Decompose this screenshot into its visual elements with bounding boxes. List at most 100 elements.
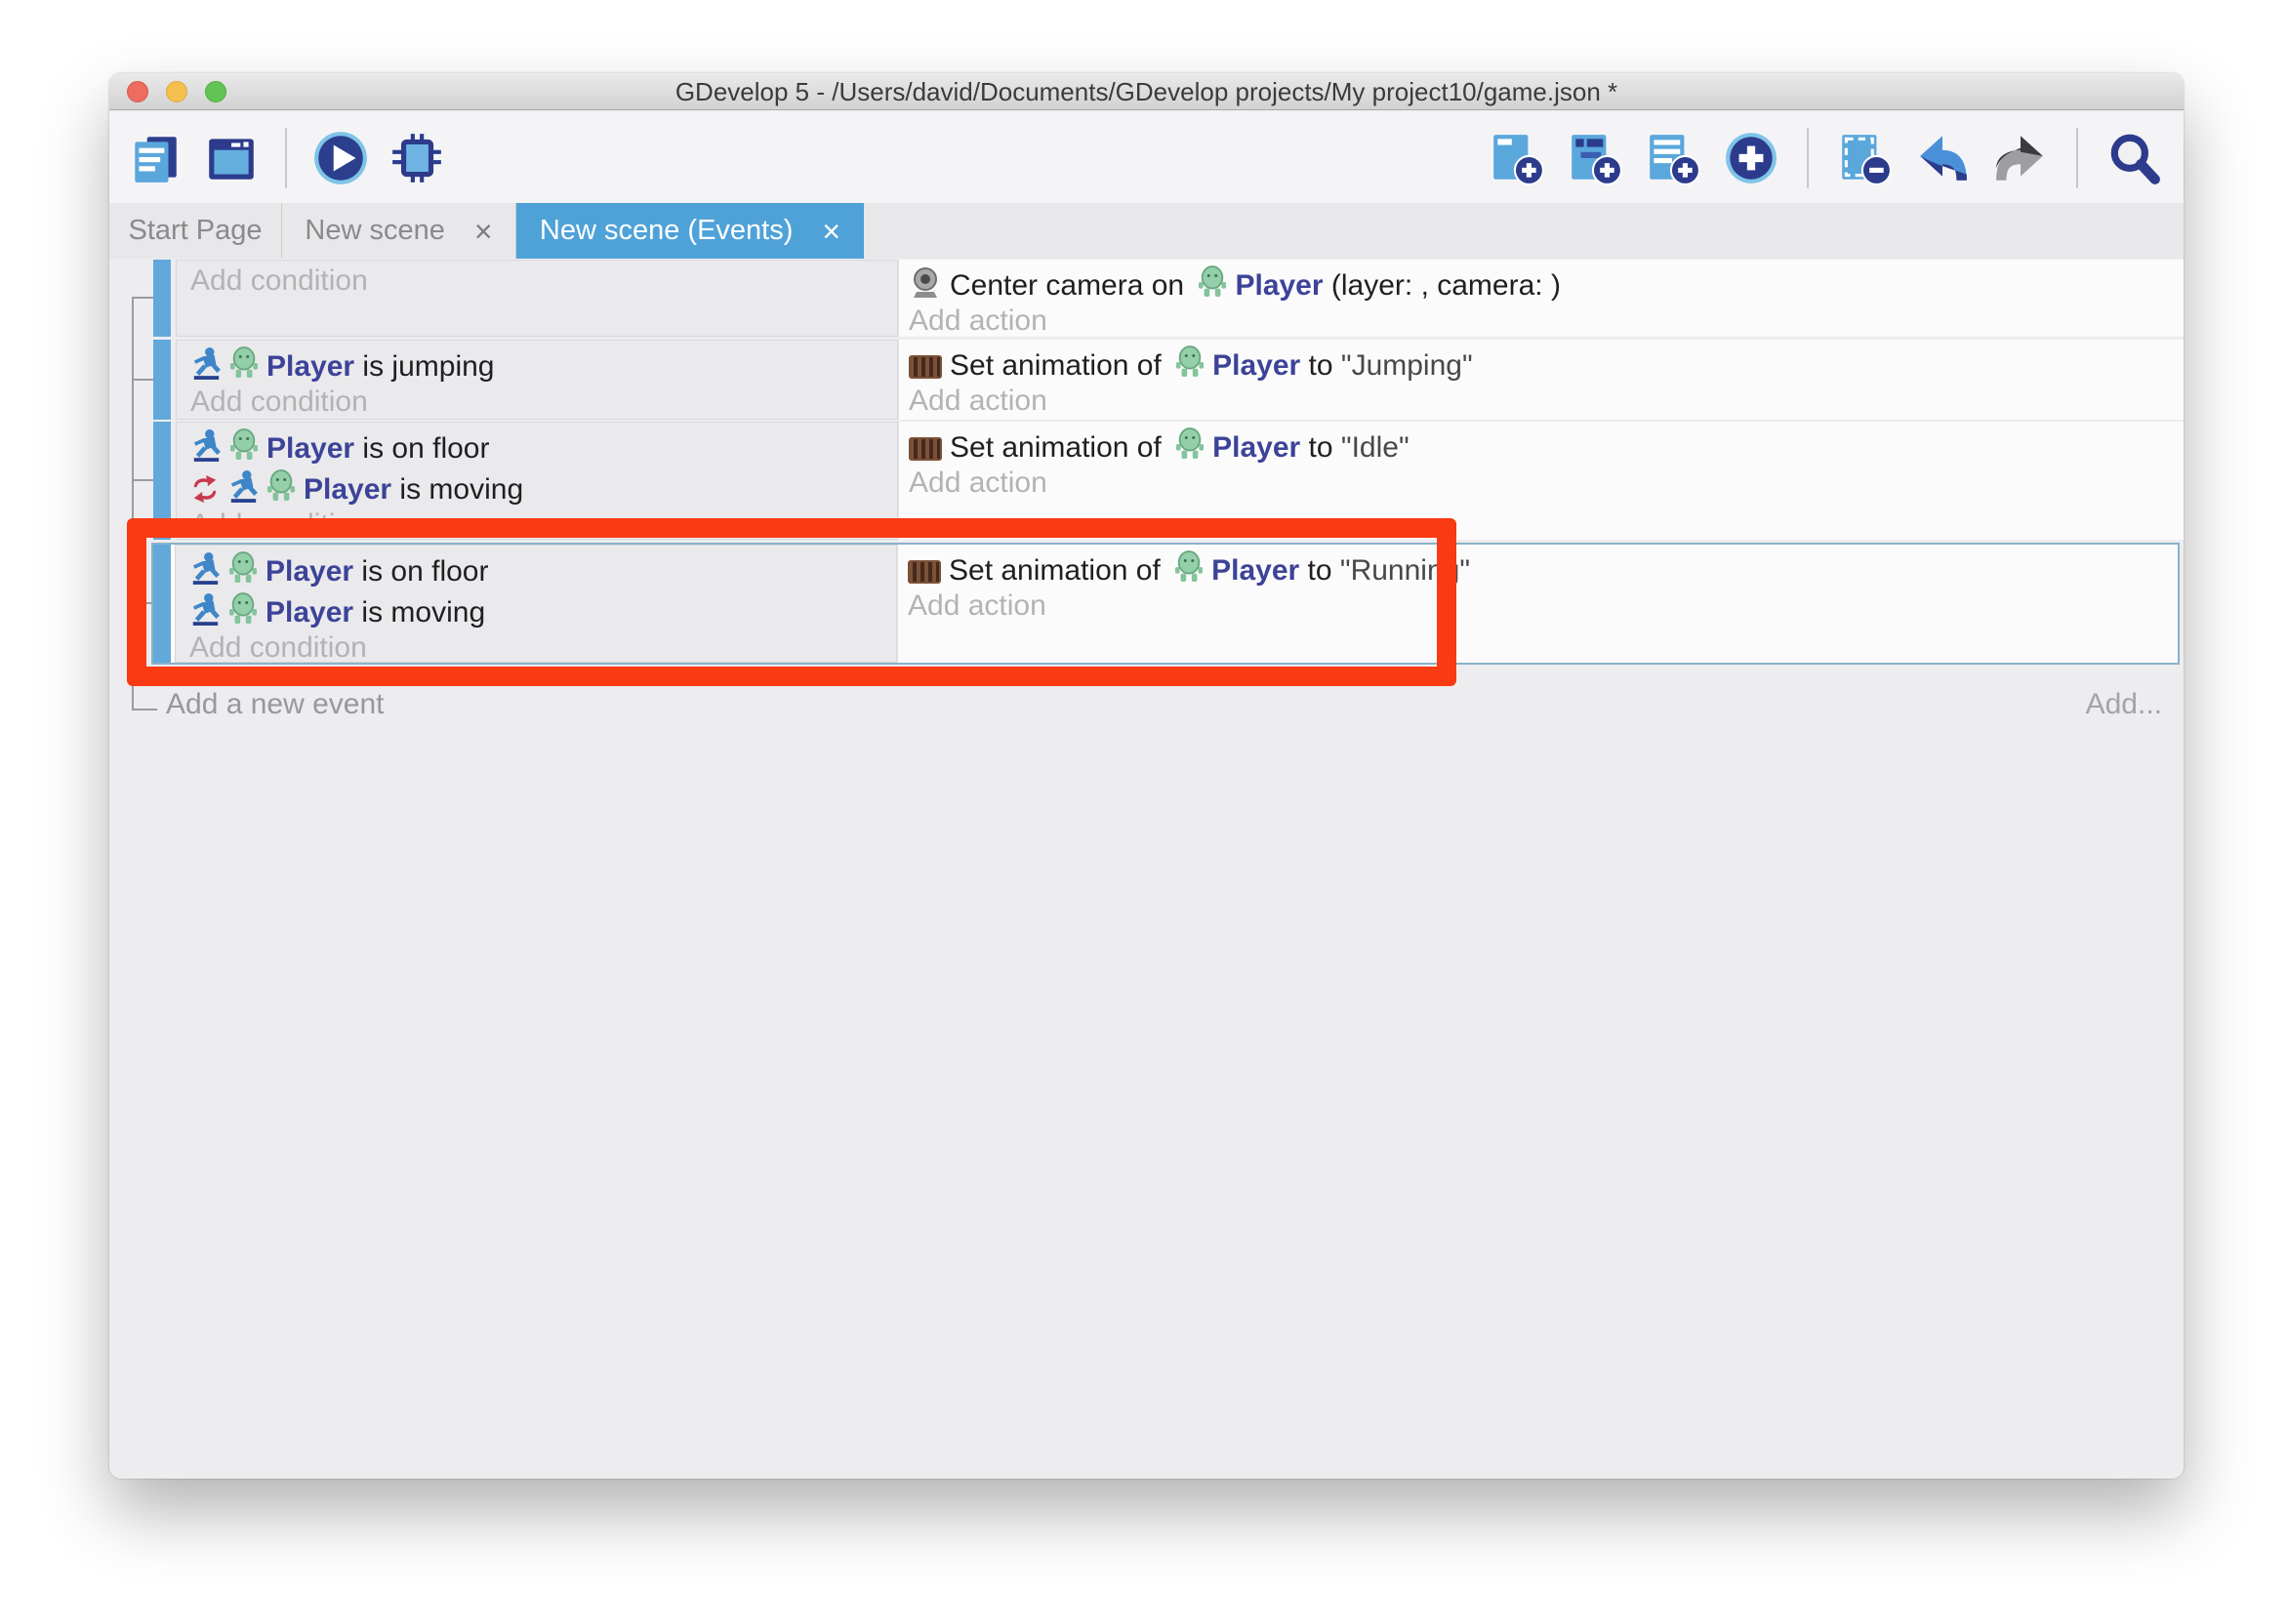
player-object-icon bbox=[1175, 426, 1205, 462]
actions-cell[interactable]: Set animation of Player to "Jumping" Add… bbox=[898, 340, 2184, 420]
object-name: Player bbox=[304, 473, 391, 506]
action-text: Set animation of bbox=[950, 349, 1162, 382]
event-handle[interactable] bbox=[153, 545, 171, 663]
toolbar-divider bbox=[1807, 128, 1809, 188]
action-line[interactable]: Center camera on Player (layer: , camera… bbox=[909, 264, 2184, 305]
animation-icon bbox=[909, 354, 942, 380]
add-event-icon bbox=[1489, 130, 1545, 186]
add-action-button[interactable]: Add action bbox=[909, 467, 2184, 499]
window-title: GDevelop 5 - /Users/david/Documents/GDev… bbox=[109, 73, 2184, 110]
actions-cell[interactable]: Center camera on Player (layer: , camera… bbox=[898, 260, 2184, 337]
object-name: Player bbox=[266, 596, 353, 629]
minimize-window-button[interactable] bbox=[166, 81, 187, 102]
tab-new-scene-events[interactable]: New scene (Events) × bbox=[516, 203, 864, 259]
project-manager-button[interactable] bbox=[127, 129, 184, 187]
search-icon bbox=[2105, 129, 2162, 187]
add-circle-button[interactable] bbox=[1723, 129, 1779, 187]
player-object-icon bbox=[1198, 264, 1227, 300]
animation-icon bbox=[908, 559, 941, 585]
redo-button[interactable] bbox=[1992, 129, 2049, 187]
condition-text: is on floor bbox=[354, 432, 489, 465]
close-tab-icon[interactable]: × bbox=[822, 216, 840, 247]
condition-line[interactable]: Player is moving bbox=[189, 591, 896, 632]
player-object-icon bbox=[229, 427, 259, 463]
search-button[interactable] bbox=[2105, 129, 2162, 187]
platformer-behavior-icon bbox=[190, 345, 222, 381]
add-event-button[interactable] bbox=[1489, 129, 1545, 187]
toolbar-divider bbox=[285, 128, 287, 188]
player-object-icon bbox=[228, 550, 258, 586]
condition-line[interactable]: Player is on floor bbox=[189, 550, 896, 591]
tab-start-page[interactable]: Start Page bbox=[109, 203, 282, 259]
title-bar[interactable]: GDevelop 5 - /Users/david/Documents/GDev… bbox=[109, 73, 2184, 110]
player-object-icon bbox=[266, 468, 296, 504]
add-condition-button[interactable]: Add condition bbox=[190, 265, 897, 297]
conditions-cell[interactable]: Add condition bbox=[176, 260, 898, 337]
zoom-window-button[interactable] bbox=[205, 81, 226, 102]
close-window-button[interactable] bbox=[127, 81, 148, 102]
conditions-cell[interactable]: Player is on floor bbox=[175, 545, 897, 663]
delete-selection-icon bbox=[1836, 130, 1893, 186]
event-row-selected[interactable]: Player is on floor bbox=[151, 543, 2180, 665]
add-condition-button[interactable]: Add condition bbox=[190, 386, 897, 418]
add-comment-icon bbox=[1645, 130, 1701, 186]
event-row[interactable]: Player is on floor bbox=[153, 422, 2184, 540]
actions-cell[interactable]: Set animation of Player to "Running" Add… bbox=[897, 545, 2178, 663]
add-action-button[interactable]: Add action bbox=[909, 386, 2184, 417]
add-subevent-button[interactable] bbox=[1567, 129, 1623, 187]
scene-editor-icon bbox=[203, 130, 260, 186]
play-icon bbox=[312, 128, 369, 188]
condition-text: is jumping bbox=[354, 350, 494, 383]
tab-label: New scene bbox=[305, 215, 444, 247]
add-more-button[interactable]: Add... bbox=[2086, 688, 2162, 721]
event-row[interactable]: Player is jumping Add condition Set anim… bbox=[153, 340, 2184, 420]
add-new-event-button[interactable]: Add a new event bbox=[166, 688, 385, 721]
condition-line[interactable]: Player is on floor bbox=[190, 427, 897, 468]
add-action-button[interactable]: Add action bbox=[908, 590, 2178, 622]
event-tree-branch bbox=[132, 602, 153, 604]
player-object-icon bbox=[229, 345, 259, 381]
event-row[interactable]: Add condition Center camera on bbox=[153, 260, 2184, 337]
tab-new-scene[interactable]: New scene × bbox=[282, 203, 516, 259]
event-handle[interactable] bbox=[153, 260, 171, 337]
condition-line[interactable]: Player is jumping bbox=[190, 345, 897, 386]
event-tree-branch bbox=[132, 709, 157, 710]
event-handle[interactable] bbox=[153, 422, 171, 540]
event-tree-branch bbox=[132, 297, 153, 299]
condition-text: is on floor bbox=[353, 555, 488, 588]
action-text: Center camera on bbox=[950, 269, 1184, 302]
invert-condition-icon bbox=[190, 474, 220, 504]
event-handle[interactable] bbox=[153, 340, 171, 420]
object-name: Player bbox=[1212, 349, 1300, 382]
action-text: (layer: , camera: ) bbox=[1324, 269, 1561, 302]
event-tree-branch bbox=[132, 479, 153, 481]
action-line[interactable]: Set animation of Player to "Running" bbox=[908, 549, 2178, 590]
add-condition-button[interactable]: Add condition bbox=[190, 509, 897, 541]
platformer-behavior-icon bbox=[190, 427, 222, 463]
debug-button[interactable] bbox=[388, 129, 445, 187]
add-condition-button[interactable]: Add condition bbox=[189, 632, 896, 664]
close-tab-icon[interactable]: × bbox=[474, 216, 493, 247]
scene-editor-button[interactable] bbox=[203, 129, 260, 187]
play-button[interactable] bbox=[312, 129, 369, 187]
add-comment-button[interactable] bbox=[1645, 129, 1701, 187]
delete-selection-button[interactable] bbox=[1836, 129, 1893, 187]
action-line[interactable]: Set animation of Player to "Jumping" bbox=[909, 345, 2184, 386]
action-text: to bbox=[1300, 431, 1341, 464]
tab-label: New scene (Events) bbox=[540, 215, 794, 247]
object-name: Player bbox=[1235, 269, 1323, 302]
add-action-button[interactable]: Add action bbox=[909, 305, 2184, 337]
conditions-cell[interactable]: Player is jumping Add condition bbox=[176, 340, 898, 420]
tab-label: Start Page bbox=[128, 215, 262, 247]
action-line[interactable]: Set animation of Player to "Idle" bbox=[909, 426, 2184, 467]
condition-text: is moving bbox=[391, 473, 523, 506]
object-name: Player bbox=[266, 350, 354, 383]
undo-icon bbox=[1914, 129, 1971, 187]
undo-button[interactable] bbox=[1914, 129, 1971, 187]
toolbar-right-group bbox=[1489, 128, 2162, 188]
condition-line[interactable]: Player is moving bbox=[190, 468, 897, 509]
platformer-behavior-icon bbox=[189, 591, 221, 627]
conditions-cell[interactable]: Player is on floor bbox=[176, 422, 898, 540]
actions-cell[interactable]: Set animation of Player to "Idle" Add ac… bbox=[898, 422, 2184, 540]
event-tree-branch bbox=[132, 379, 153, 381]
